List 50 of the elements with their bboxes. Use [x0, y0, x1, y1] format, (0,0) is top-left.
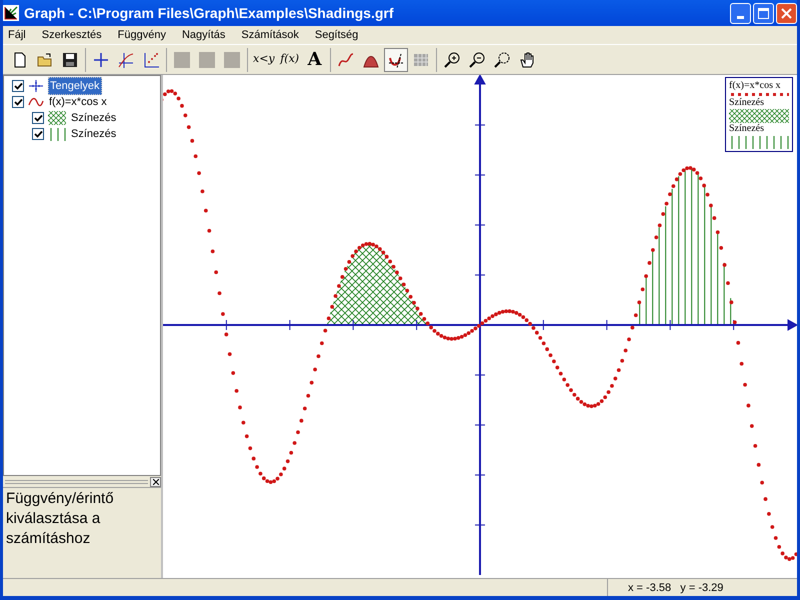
menu-item[interactable]: Nagyítás — [180, 26, 228, 44]
close-icon — [781, 8, 792, 18]
window-title: Graph - C:\Program Files\Graph\Examples\Shadings.grf — [24, 4, 394, 23]
crosshatch-icon — [48, 111, 66, 125]
menu-item[interactable]: Fájl — [6, 26, 28, 44]
menu-item[interactable]: Számítások — [239, 26, 301, 44]
checkbox[interactable] — [12, 80, 24, 92]
open-icon — [36, 50, 54, 68]
toolbar-button[interactable]: x<y — [251, 48, 277, 72]
axes-icon — [28, 79, 44, 93]
axes-icon — [92, 50, 110, 68]
hand-icon — [518, 50, 536, 68]
close-icon — [152, 478, 158, 484]
function-icon — [117, 50, 135, 68]
legend-label: Színezés — [729, 97, 765, 109]
toolbar-button[interactable]: A — [302, 48, 327, 72]
tree-item[interactable]: Színezés — [70, 126, 118, 142]
curve-icon — [336, 50, 355, 68]
tree-item[interactable]: Tengelyek — [48, 76, 102, 96]
toolbar-button[interactable]: f(x) — [278, 48, 302, 72]
maximize-button[interactable] — [753, 2, 774, 24]
save-icon — [61, 50, 79, 68]
checkbox[interactable] — [12, 96, 24, 108]
legend-label: f(x)=x*cos x — [729, 80, 782, 92]
checkbox[interactable] — [32, 112, 44, 124]
hint-text: Függvény/érintő kiválasztása a számításhoz — [6, 489, 115, 549]
vertical-lines-icon — [48, 127, 66, 141]
blank-icon — [223, 50, 241, 68]
blank-icon — [198, 50, 216, 68]
menu-item[interactable]: Függvény — [116, 26, 168, 44]
dotted-line-icon — [729, 92, 789, 97]
tree-item[interactable]: Színezés — [70, 110, 118, 126]
menu-item[interactable]: Segítség — [312, 26, 360, 44]
points-icon — [142, 50, 160, 68]
close-button[interactable] — [150, 476, 161, 486]
zoombox-icon — [492, 50, 511, 68]
tree-item[interactable]: f(x)=x*cos x — [48, 94, 108, 110]
checkbox[interactable] — [32, 128, 44, 140]
vertical-lines-icon — [729, 135, 789, 149]
minimize-button[interactable] — [730, 2, 751, 24]
coordinates-status: x = -3.58 y = -3.29 — [607, 579, 797, 596]
wave-icon — [28, 95, 44, 109]
app-logo-icon — [3, 5, 19, 21]
blank-icon — [173, 50, 191, 68]
legend-label: Színezés — [729, 123, 765, 135]
menu-item[interactable]: Szerkesztés — [40, 26, 104, 44]
crosshatch-icon — [729, 109, 789, 123]
zoomout-icon — [468, 50, 486, 68]
tangent-tool-button[interactable] — [384, 48, 408, 72]
zoomin-icon — [442, 50, 461, 68]
